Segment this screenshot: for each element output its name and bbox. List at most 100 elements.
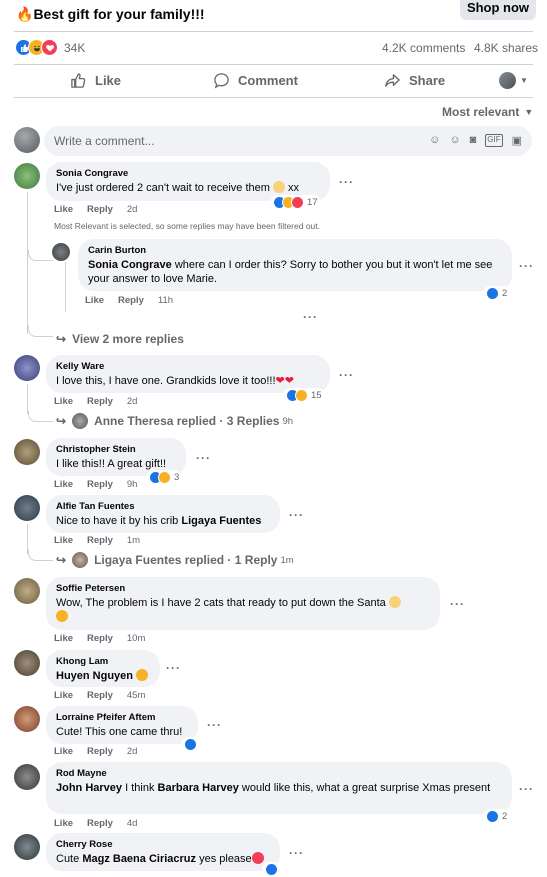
more-options-icon[interactable]: ···: [289, 508, 304, 522]
commenter-name[interactable]: Carin Burton: [88, 245, 502, 256]
reply-link[interactable]: Reply: [87, 204, 113, 215]
avatar-sticker-icon[interactable]: ☺: [429, 134, 440, 147]
like-link[interactable]: Like: [54, 535, 73, 546]
like-link[interactable]: Like: [54, 633, 73, 644]
avatar[interactable]: [14, 439, 40, 465]
comment-meta: Like Reply 45m: [54, 690, 146, 701]
comment-reactions[interactable]: 3: [146, 470, 183, 485]
comment-reactions[interactable]: 15: [283, 388, 325, 403]
avatar[interactable]: [14, 834, 40, 860]
more-options-icon[interactable]: ···: [166, 661, 181, 675]
comment-reactions[interactable]: 2: [483, 286, 511, 301]
like-link[interactable]: Like: [54, 690, 73, 701]
reply-link[interactable]: Reply: [118, 295, 144, 306]
chevron-down-icon: ▼: [520, 76, 528, 85]
more-options-icon[interactable]: ···: [519, 782, 534, 796]
sticker-icon[interactable]: ▣: [512, 134, 522, 147]
reply-link[interactable]: Reply: [87, 535, 113, 546]
comment-reactions[interactable]: [181, 737, 200, 752]
camera-icon[interactable]: ◙: [470, 134, 477, 147]
reply-link[interactable]: Reply: [87, 690, 113, 701]
thumbs-up-icon: [71, 73, 86, 88]
commenter-name[interactable]: Lorraine Pfeifer Aftem: [56, 712, 188, 723]
avatar[interactable]: [52, 243, 70, 261]
avatar[interactable]: [14, 764, 40, 790]
like-button[interactable]: Like: [70, 72, 121, 89]
avatar[interactable]: [14, 578, 40, 604]
mentioned-user[interactable]: Barbara Harvey: [158, 782, 239, 794]
more-options-icon[interactable]: ···: [196, 451, 211, 465]
mentioned-user[interactable]: Magz Baena Ciriacruz: [82, 853, 196, 865]
comment-meta: Like Reply 2d: [54, 746, 138, 757]
avatar[interactable]: [14, 163, 40, 189]
share-button[interactable]: Share: [384, 72, 445, 89]
commenter-name[interactable]: Soffie Petersen: [56, 583, 430, 594]
more-options-icon[interactable]: ···: [289, 846, 304, 860]
commenter-name[interactable]: Christopher Stein: [56, 444, 176, 455]
thread-line: [27, 192, 28, 334]
thread-connector: [28, 550, 53, 561]
shares-count[interactable]: 4.8K shares: [474, 41, 538, 55]
mentioned-user[interactable]: John Harvey: [56, 782, 122, 794]
comment-reactions[interactable]: 2: [483, 809, 511, 824]
filter-notice: Most Relevant is selected, so some repli…: [54, 221, 320, 231]
commenter-name[interactable]: Kelly Ware: [56, 361, 320, 372]
reaction-summary[interactable]: 34K: [15, 39, 85, 56]
santa-emoji-icon: [388, 596, 401, 608]
like-link[interactable]: Like: [54, 746, 73, 757]
more-options-icon[interactable]: ···: [339, 175, 354, 189]
sort-dropdown[interactable]: Most relevant ▼: [442, 105, 533, 119]
comment-meta: Like Reply 2d: [54, 204, 138, 215]
more-options-icon[interactable]: ···: [450, 597, 465, 611]
avatar[interactable]: [14, 706, 40, 732]
comment-input[interactable]: Write a comment... ☺ ☺ ◙ GIF ▣: [44, 126, 532, 156]
like-link[interactable]: Like: [54, 818, 73, 829]
like-link[interactable]: Like: [54, 204, 73, 215]
view-more-replies[interactable]: ↪ View 2 more replies: [56, 332, 184, 346]
mentioned-user[interactable]: Ligaya Fuentes: [181, 515, 261, 527]
thread-connector: [28, 411, 53, 422]
emoji-icon[interactable]: ☺: [449, 134, 460, 147]
reaction-identity-selector[interactable]: ▼: [499, 72, 528, 89]
commenter-name[interactable]: Alfie Tan Fuentes: [56, 501, 270, 512]
avatar[interactable]: [14, 650, 40, 676]
shop-now-button[interactable]: Shop now: [460, 0, 536, 20]
like-link[interactable]: Like: [54, 396, 73, 407]
mentioned-user[interactable]: Sonia Congrave: [88, 259, 172, 271]
comment-meta: Like Reply 10m: [54, 633, 146, 644]
comment-reactions[interactable]: [262, 862, 281, 877]
reply-arrow-icon: ↪: [56, 414, 67, 428]
share-arrow-icon: [385, 74, 400, 87]
more-options-icon[interactable]: ···: [207, 718, 222, 732]
comment-button[interactable]: Comment: [213, 72, 298, 89]
mentioned-user[interactable]: Huyen Nguyen: [56, 670, 133, 682]
reply-arrow-icon: ↪: [56, 332, 67, 346]
commenter-name[interactable]: Rod Mayne: [56, 768, 502, 779]
comment-reactions[interactable]: 17: [270, 195, 321, 210]
like-link[interactable]: Like: [85, 295, 104, 306]
thread-replies-link[interactable]: ↪ Ligaya Fuentes replied · 1 Reply 1m: [56, 552, 294, 568]
avatar[interactable]: [14, 495, 40, 521]
thread-replies-link[interactable]: ↪ Anne Theresa replied · 3 Replies 9h: [56, 413, 293, 429]
santa-emoji-icon: [272, 181, 285, 193]
commenter-name[interactable]: Khong Lam: [56, 656, 150, 667]
more-options-icon[interactable]: ···: [519, 259, 534, 273]
commenter-name[interactable]: Cherry Rose: [56, 839, 270, 850]
gif-icon[interactable]: GIF: [485, 134, 503, 147]
comments-count[interactable]: 4.2K comments: [382, 41, 465, 55]
reply-link[interactable]: Reply: [87, 633, 113, 644]
comment-bubble: Cherry Rose Cute Magz Baena Ciriacruz ye…: [46, 833, 280, 871]
comment-meta: Like Reply 2d: [54, 396, 138, 407]
reply-link[interactable]: Reply: [87, 396, 113, 407]
commenter-name[interactable]: Sonia Congrave: [56, 168, 320, 179]
current-user-avatar[interactable]: [14, 127, 40, 153]
reply-link[interactable]: Reply: [87, 479, 113, 490]
more-options-icon[interactable]: ···: [339, 368, 354, 382]
avatar[interactable]: [14, 355, 40, 381]
reply-link[interactable]: Reply: [87, 818, 113, 829]
reply-link[interactable]: Reply: [87, 746, 113, 757]
laughing-emoji-icon: [136, 669, 149, 681]
more-replies-icon[interactable]: ···: [303, 310, 318, 324]
comment-bubble: Khong Lam Huyen Nguyen: [46, 650, 160, 687]
like-link[interactable]: Like: [54, 479, 73, 490]
